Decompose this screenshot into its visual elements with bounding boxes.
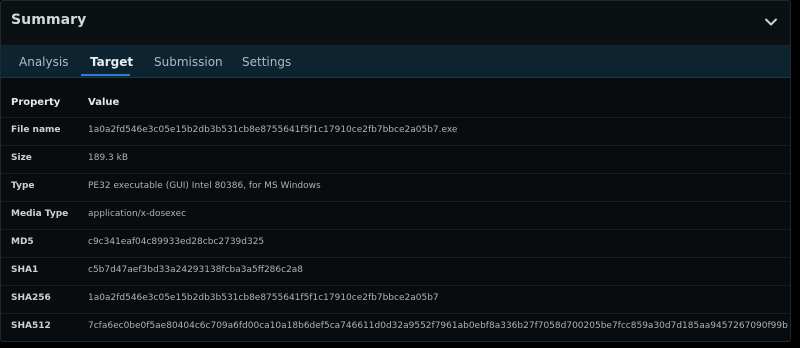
table-row: SHA512 7cfa6ec0be0f5ae80404c6c709a6fd00c…	[1, 313, 790, 341]
panel-title: Summary	[11, 12, 87, 28]
row-property: Type	[11, 181, 35, 191]
row-property: Media Type	[11, 209, 69, 219]
row-property: MD5	[11, 237, 34, 247]
table-row: Media Type application/x-dosexec	[1, 201, 790, 229]
row-value[interactable]: 189.3 kB	[88, 153, 128, 163]
active-tab-indicator	[81, 74, 130, 76]
row-value[interactable]: c5b7d47aef3bd33a24293138fcba3a5ff286c2a8	[88, 265, 303, 275]
row-value[interactable]: application/x-dosexec	[88, 209, 186, 219]
tab-analysis[interactable]: Analysis	[19, 55, 68, 69]
row-property: Size	[11, 153, 32, 163]
tab-submission[interactable]: Submission	[154, 55, 223, 69]
table-header-row: Property Value	[1, 87, 790, 115]
table-row: Size 189.3 kB	[1, 145, 790, 173]
row-property: File name	[11, 125, 61, 135]
table-row: SHA256 1a0a2fd546e3c05e15b2db3b531cb8e87…	[1, 285, 790, 313]
row-value[interactable]: PE32 executable (GUI) Intel 80386, for M…	[88, 181, 321, 191]
row-property: SHA512	[11, 321, 51, 331]
table-row: MD5 c9c341eaf04c89933ed28cbc2739d325	[1, 229, 790, 257]
column-header-value: Value	[88, 97, 120, 108]
tab-bar: Analysis Target Submission Settings	[1, 46, 790, 78]
row-value[interactable]: 7cfa6ec0be0f5ae80404c6c709a6fd00ca10a18b…	[88, 321, 788, 331]
tab-settings[interactable]: Settings	[242, 55, 291, 69]
summary-panel: Summary Analysis Target Submission Setti…	[0, 0, 791, 342]
row-property: SHA1	[11, 265, 39, 275]
panel-header[interactable]: Summary	[1, 1, 790, 46]
row-value[interactable]: 1a0a2fd546e3c05e15b2db3b531cb8e8755641f5…	[88, 293, 439, 303]
row-property: SHA256	[11, 293, 51, 303]
table-row: SHA1 c5b7d47aef3bd33a24293138fcba3a5ff28…	[1, 257, 790, 285]
table-row: Type PE32 executable (GUI) Intel 80386, …	[1, 173, 790, 201]
table-row: File name 1a0a2fd546e3c05e15b2db3b531cb8…	[1, 117, 790, 145]
tab-target[interactable]: Target	[90, 55, 133, 69]
row-value[interactable]: 1a0a2fd546e3c05e15b2db3b531cb8e8755641f5…	[88, 125, 457, 135]
column-header-property: Property	[11, 97, 61, 108]
chevron-down-icon[interactable]	[762, 13, 780, 31]
row-value[interactable]: c9c341eaf04c89933ed28cbc2739d325	[88, 237, 264, 247]
